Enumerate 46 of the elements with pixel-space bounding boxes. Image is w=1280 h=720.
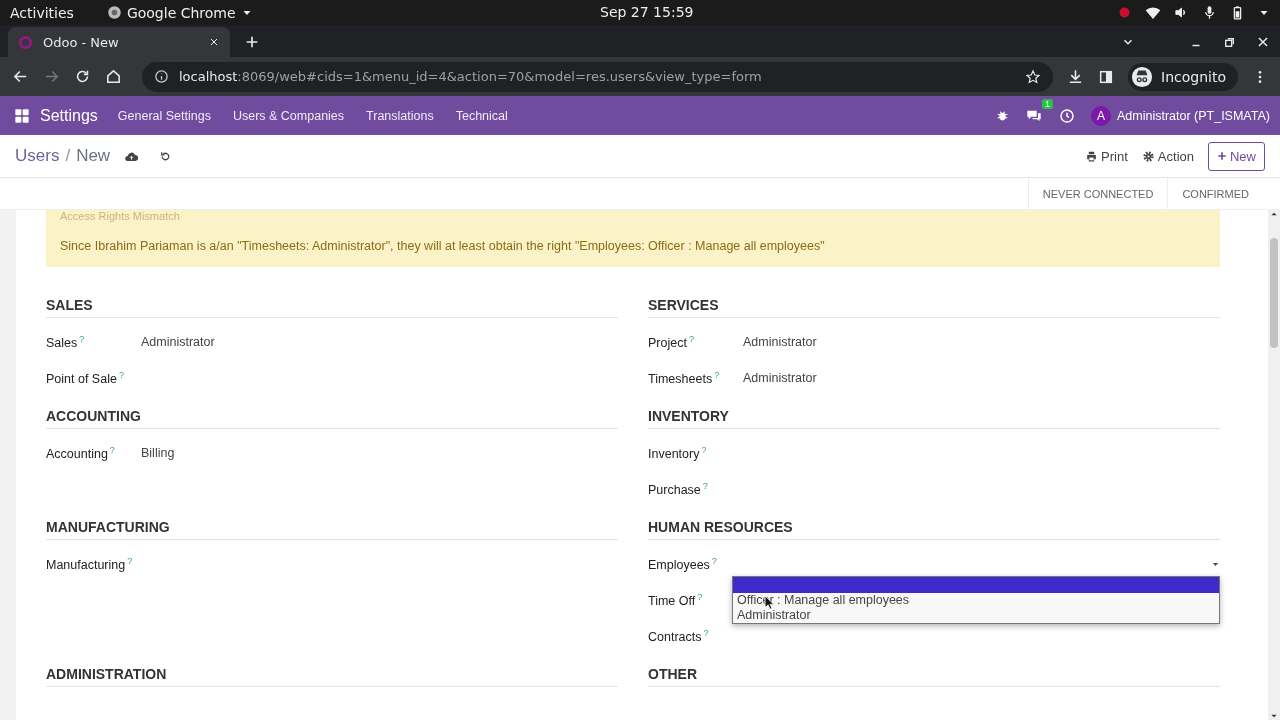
app-name[interactable]: Settings	[40, 106, 98, 125]
user-avatar[interactable]: A	[1090, 105, 1111, 126]
section-title: MANUFACTURING	[46, 519, 618, 540]
field-label: Purchase $^{?}$	[648, 480, 709, 498]
menu-item[interactable]: General Settings	[117, 108, 211, 123]
alert-message: Since Ibrahim Pariaman is a/an "Timesheets: Administrator", they will at least obtain the right "Employees: Officer : Manage all employees"	[60, 239, 826, 253]
section-title: OTHER	[648, 666, 1220, 687]
message-count-badge: 1	[1041, 98, 1053, 109]
menu-item[interactable]: Technical	[455, 108, 508, 123]
field-label: Project $^{?}$	[648, 333, 695, 351]
field-label: Contracts $^{?}$	[648, 627, 710, 645]
profile-button[interactable]: Incognito	[1128, 62, 1238, 91]
field-value[interactable]: Administrator	[738, 335, 817, 349]
app-menu[interactable]: Google Chrome	[126, 4, 236, 21]
field-label: Accounting $^{?}$	[46, 444, 116, 462]
section-title: INVENTORY	[648, 408, 1220, 429]
menu-item[interactable]: Translations	[366, 108, 434, 123]
field-value[interactable]: Administrator	[136, 335, 215, 349]
field-label: Employees $^{?}$	[648, 555, 718, 573]
breadcrumb-item: New	[76, 146, 111, 166]
activities-button[interactable]: Activities	[10, 4, 74, 21]
section-title: ACCOUNTING	[46, 408, 618, 429]
menu-item[interactable]: Users & Companies	[232, 108, 345, 123]
field-value[interactable]: Administrator	[738, 371, 817, 385]
section-title: SERVICES	[648, 297, 1220, 318]
dropdown-option[interactable]: Administrator	[733, 608, 1219, 623]
new-button[interactable]: New	[1208, 141, 1265, 171]
user-menu[interactable]: Administrator (PT_ISMATA)	[1116, 108, 1270, 123]
clock[interactable]: Sep 27 15:59	[600, 4, 694, 20]
field-label: Inventory $^{?}$	[648, 444, 708, 462]
breadcrumb-separator: /	[65, 146, 71, 166]
action-button[interactable]: Action	[1141, 148, 1194, 164]
section-title: SALES	[46, 297, 618, 318]
field-label: Manufacturing $^{?}$	[46, 555, 134, 573]
browser-tab[interactable]: Odoo - New	[8, 27, 230, 57]
alert-title: Access Rights Mismatch	[60, 210, 181, 222]
print-button[interactable]: Print	[1085, 148, 1128, 164]
section-title: HUMAN RESOURCES	[648, 519, 1220, 540]
field-label: Time Off $^{?}$	[648, 591, 704, 609]
field-label: Point of Sale $^{?}$	[46, 369, 125, 387]
section-title: ADMINISTRATION	[46, 666, 618, 687]
field-label: Timesheets $^{?}$	[648, 369, 721, 387]
address-bar[interactable]: localhost:8069/web#cids=1&menu_id=4&action=70&model=res.users&view_type=form	[142, 61, 1054, 92]
field-value[interactable]: Billing	[136, 446, 175, 460]
field-label: Sales $^{?}$	[46, 333, 86, 351]
breadcrumb-item[interactable]: Users	[15, 146, 60, 166]
